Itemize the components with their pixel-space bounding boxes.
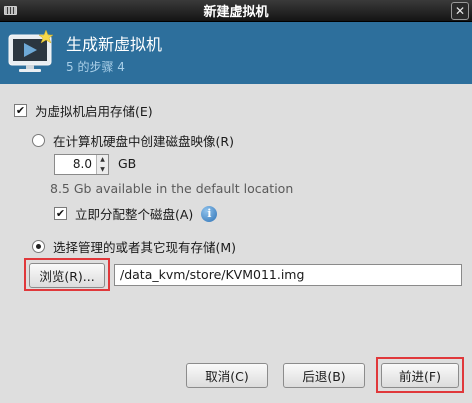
create-disk-row[interactable]: 在计算机硬盘中创建磁盘映像(R) (32, 131, 234, 150)
allocate-disk-label: 立即分配整个磁盘(A) (75, 207, 194, 222)
wizard-step: 5 的步骤 4 (66, 60, 125, 74)
window-title: 新建虚拟机 (203, 5, 269, 20)
enable-storage-row[interactable]: ✔ 为虚拟机启用存储(E) (14, 101, 153, 120)
enable-storage-label: 为虚拟机启用存储(E) (35, 104, 153, 119)
allocate-disk-checkbox[interactable]: ✔ (54, 207, 67, 220)
existing-storage-radio[interactable] (32, 240, 45, 253)
window-titlebar: 新建虚拟机 ✕ (0, 0, 472, 22)
disk-size-value[interactable]: 8.0 (55, 155, 96, 174)
enable-storage-checkbox[interactable]: ✔ (14, 104, 27, 117)
close-icon[interactable]: ✕ (451, 2, 469, 20)
back-button[interactable]: 后退(B) (283, 363, 365, 388)
storage-path-input[interactable]: /data_kvm/store/KVM011.img (114, 264, 462, 286)
forward-button[interactable]: 前进(F) (381, 363, 459, 388)
disk-size-unit: GB (118, 156, 137, 171)
browse-button[interactable]: 浏览(R)... (29, 263, 105, 288)
virtual-machine-icon (8, 30, 54, 72)
dialog-body: ✔ 为虚拟机启用存储(E) 在计算机硬盘中创建磁盘映像(R) 8.0 ▲ ▼ G… (0, 84, 472, 403)
available-space-text: 8.5 Gb available in the default location (50, 181, 294, 196)
allocate-disk-row[interactable]: ✔ 立即分配整个磁盘(A) i (54, 204, 218, 223)
cancel-button[interactable]: 取消(C) (186, 363, 268, 388)
create-disk-radio[interactable] (32, 134, 45, 147)
disk-size-spinner[interactable]: 8.0 ▲ ▼ (54, 154, 109, 175)
disk-size-arrows[interactable]: ▲ ▼ (96, 155, 108, 174)
wizard-header: 生成新虚拟机 5 的步骤 4 (0, 22, 472, 84)
window-menu-icon[interactable] (4, 6, 17, 15)
info-icon[interactable]: i (201, 205, 218, 222)
existing-storage-row[interactable]: 选择管理的或者其它现有存储(M) (32, 237, 236, 256)
wizard-title: 生成新虚拟机 (66, 35, 163, 54)
create-disk-label: 在计算机硬盘中创建磁盘映像(R) (53, 134, 234, 149)
spin-up-icon[interactable]: ▲ (97, 155, 108, 165)
existing-storage-label: 选择管理的或者其它现有存储(M) (53, 240, 237, 255)
spin-down-icon[interactable]: ▼ (97, 165, 108, 175)
